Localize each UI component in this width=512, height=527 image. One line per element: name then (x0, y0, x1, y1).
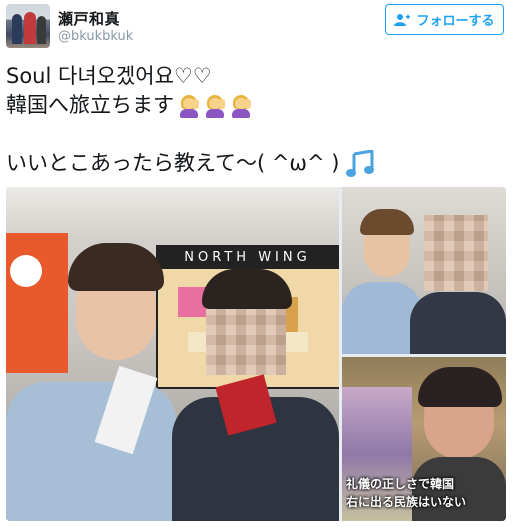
woman-raising-hand-emoji (204, 94, 226, 118)
follow-button-label: フォローする (416, 14, 495, 29)
add-user-icon (394, 13, 411, 26)
red-sign (6, 233, 68, 373)
person-left-shirt (6, 382, 176, 521)
caption-line-2: 右に出る民族はいない (346, 495, 467, 509)
photo-bottom-right[interactable]: 礼儀の正しさで韓国 右に出る民族はいない (342, 357, 506, 521)
display-name[interactable]: 瀬戸和真 (58, 8, 120, 29)
media-grid: NORTH WING 礼儀の正しさで韓国 右に出る民族はいない (6, 187, 506, 521)
musical-notes-emoji (346, 149, 375, 177)
woman-raising-hand-emoji (230, 94, 252, 118)
photo-top-right[interactable] (342, 187, 506, 354)
tweet-line-3: いいとこあったら教えて〜( ^ω^ ) (6, 149, 506, 178)
tweet-line-2: 韓国へ旅立ちます (6, 91, 506, 120)
person-left-hair (68, 243, 164, 291)
user-handle[interactable]: @bkukbkuk (58, 29, 133, 44)
tweet-line-1: Soul 다녀오겠어요♡♡ (6, 64, 212, 88)
photo-main[interactable]: NORTH WING (6, 187, 339, 521)
tweet-line-2-text: 韓国へ旅立ちます (6, 93, 174, 117)
follow-button[interactable]: フォローする (385, 4, 504, 35)
person-right-hair (202, 269, 292, 309)
tweet-line-3-text: いいとこあったら教えて〜( ^ω^ ) (6, 151, 340, 175)
woman-raising-hand-emoji (178, 94, 200, 118)
caption-line-1: 礼儀の正しさで韓国 (346, 477, 455, 491)
avatar[interactable] (6, 4, 50, 48)
tweet-header: 瀬戸和真 @bkukbkuk フォローする (0, 0, 512, 52)
north-wing-sign: NORTH WING (156, 245, 339, 269)
tweet-text: Soul 다녀오겠어요♡♡ 韓国へ旅立ちます いいとこあったら教えて〜( ^ω^… (6, 62, 506, 178)
